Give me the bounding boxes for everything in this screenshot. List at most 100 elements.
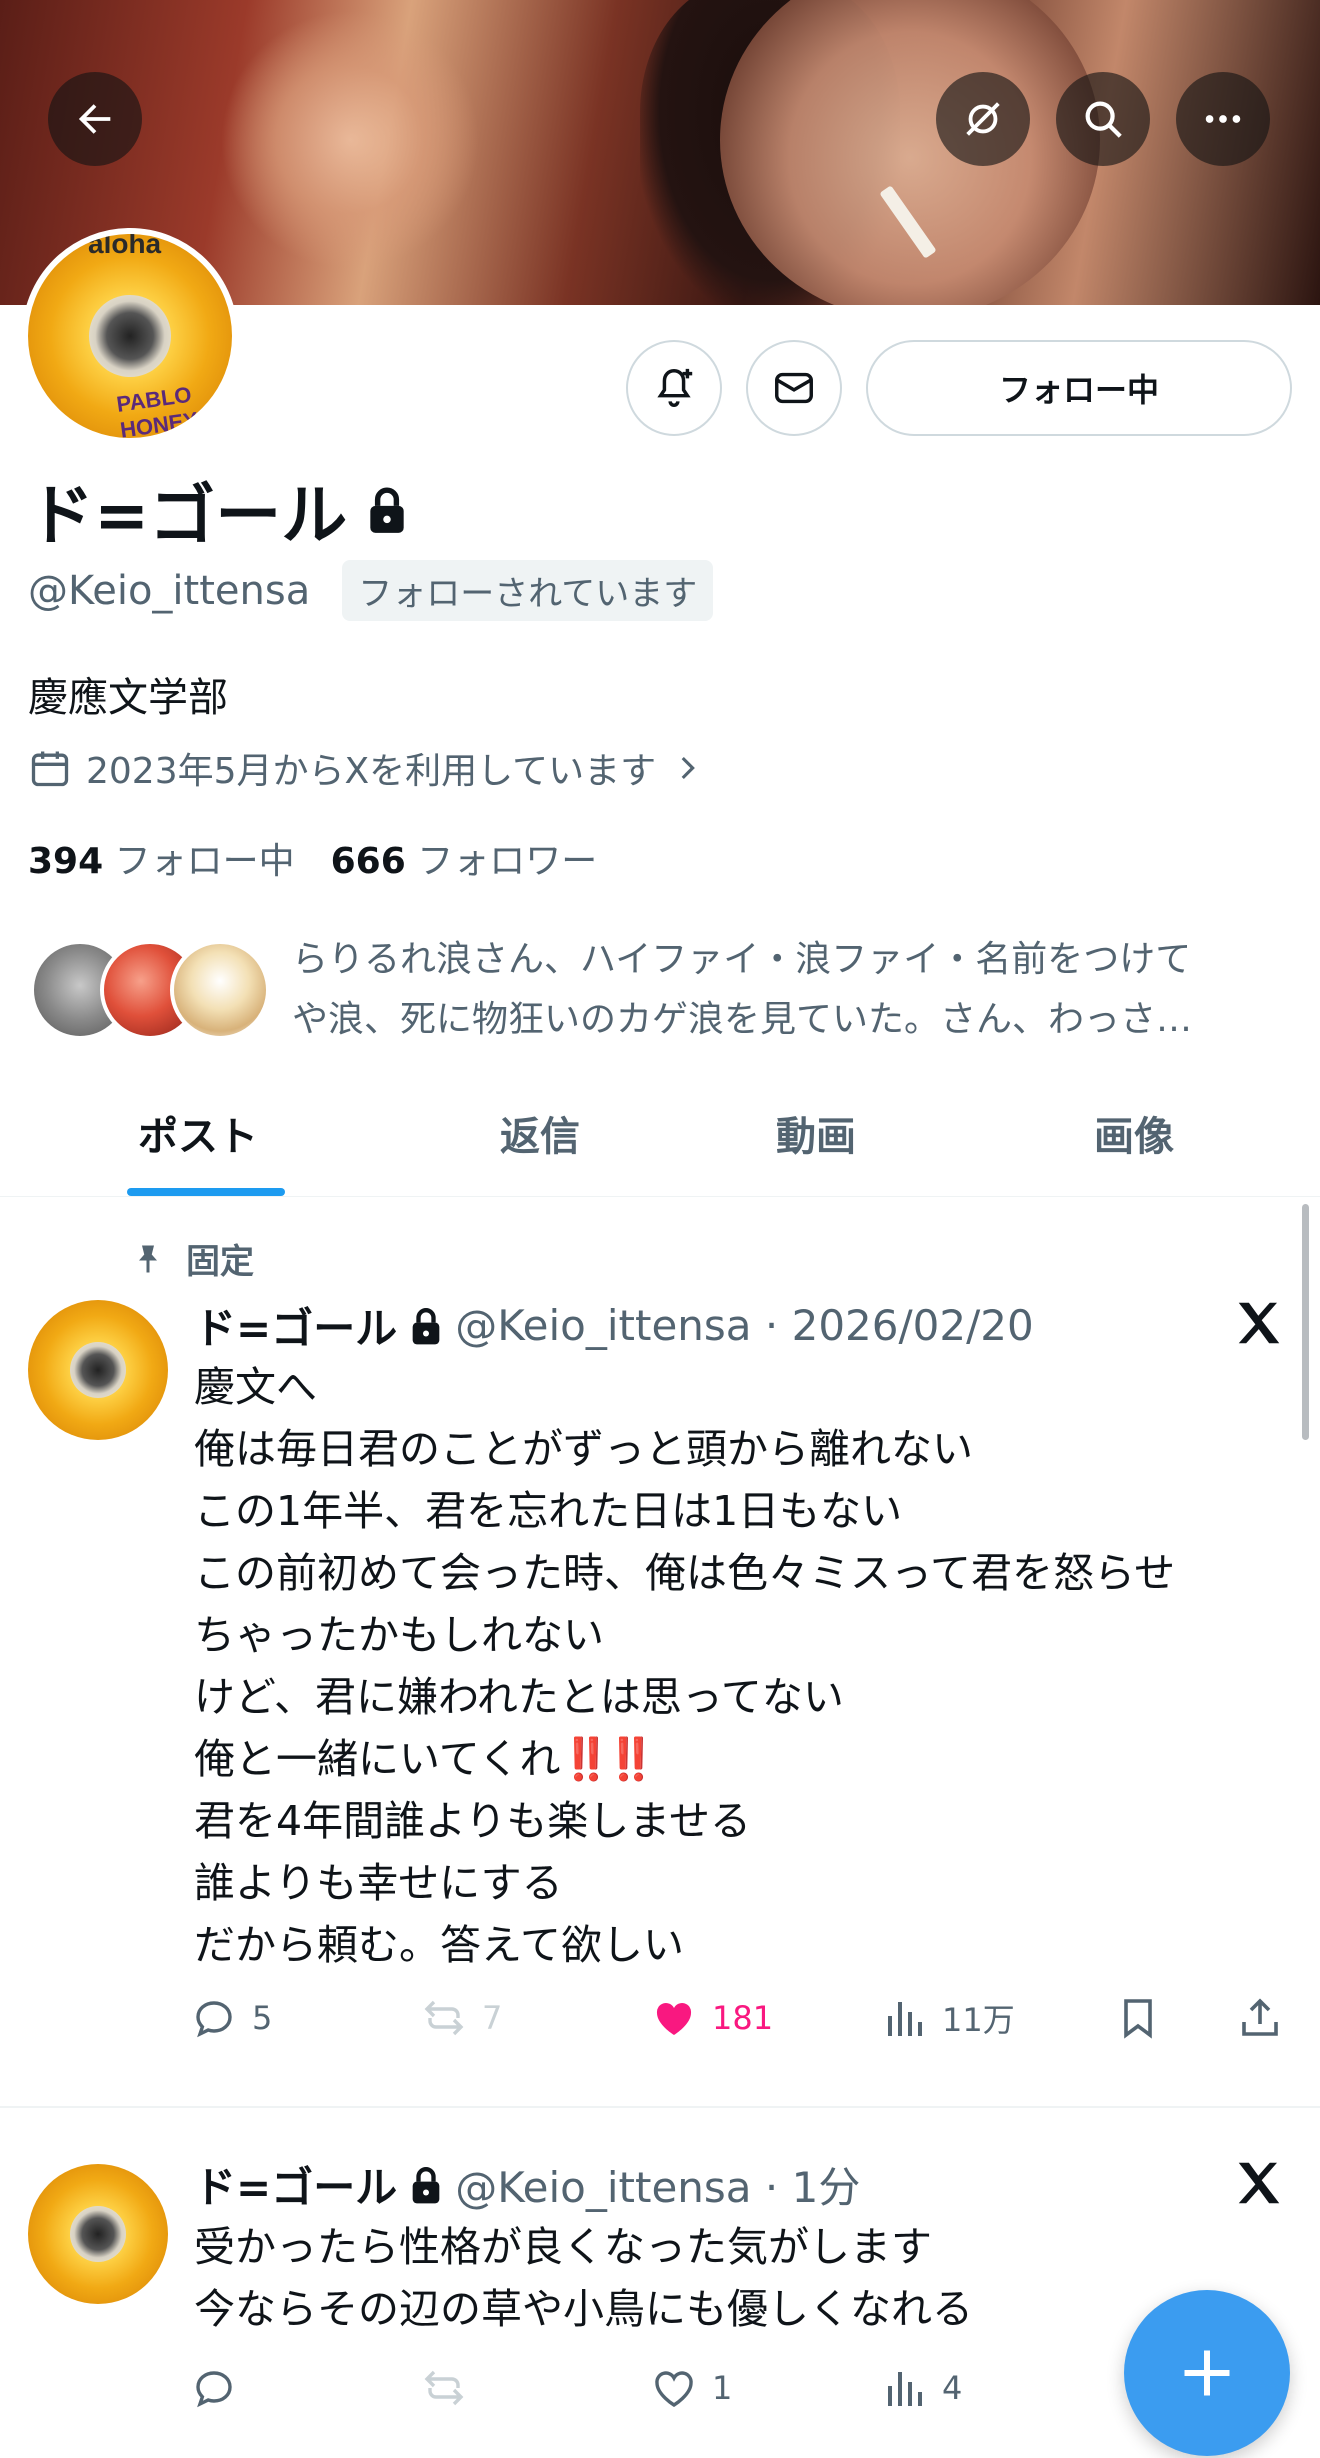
reply-button[interactable] [190, 2364, 252, 2412]
views-button[interactable]: 11万 [880, 1994, 1015, 2042]
profile-bio: 慶應文学部 [28, 675, 228, 721]
joined-text: 2023年5月からXを利用しています [86, 751, 657, 792]
x-logo-icon[interactable] [1232, 1296, 1286, 1350]
bookmark-button[interactable] [1114, 1994, 1162, 2042]
active-tab-indicator [127, 1188, 285, 1196]
reply-button[interactable]: 5 [190, 1994, 272, 2042]
follower-avatar-dog [170, 940, 270, 1040]
message-button[interactable] [746, 340, 842, 436]
followers-label: フォロワー [417, 841, 598, 882]
profile-name-row: ド=ゴール [28, 462, 409, 558]
post-line: この1年半、君を忘れた日は1日もない [194, 1487, 903, 1535]
pin-icon [139, 1245, 157, 1272]
double-exclamation-emoji: ‼️‼️ [560, 1735, 657, 1783]
tab-videos[interactable]: 動画 [776, 1104, 856, 1162]
view-count: 4 [942, 2369, 963, 2407]
plus-icon [1184, 2350, 1230, 2396]
avatar-center [70, 1342, 126, 1398]
tab-images[interactable]: 画像 [1094, 1104, 1174, 1162]
grok-button[interactable] [936, 72, 1030, 166]
views-icon [888, 2002, 922, 2036]
x-logo-icon[interactable] [1232, 2156, 1286, 2210]
follow-stats: 394 フォロー中 666 フォロワー [28, 832, 597, 884]
profile-avatar[interactable]: aloha PABLO HONEY [22, 228, 238, 444]
views-button[interactable]: 4 [880, 2364, 962, 2412]
following-button[interactable]: フォロー中 [866, 340, 1292, 436]
bell-plus-icon [657, 368, 693, 407]
post-line: 俺と一緒にいてくれ‼️‼️ [194, 1728, 1304, 1790]
notifications-button[interactable] [626, 340, 722, 436]
lock-icon [370, 487, 404, 533]
search-icon [1085, 101, 1122, 138]
followed-by-line2: や浪、死に物狂いのカゲ浪を見ていた。さん、わっさ… [292, 999, 1193, 1040]
post-line: ちゃったかもしれない [194, 1611, 604, 1659]
banner-face [720, 0, 1100, 305]
followed-by-avatars [30, 940, 270, 1040]
following-count: 394 [28, 841, 104, 882]
repost-icon [424, 2370, 464, 2406]
repost-button[interactable] [420, 2364, 482, 2412]
like-button[interactable]: 1 [650, 2364, 732, 2412]
bookmark-icon [1124, 1999, 1152, 2039]
like-button[interactable]: 181 [650, 1994, 773, 2042]
post-line-text: 俺と一緒にいてくれ [194, 1735, 561, 1783]
grok-icon [966, 102, 1000, 136]
follows-you-badge: フォローされています [342, 560, 714, 621]
post-line: 誰よりも幸せにする [194, 1859, 563, 1907]
mail-icon [775, 372, 813, 404]
post-author-name[interactable]: ド=ゴール [194, 2154, 397, 2215]
search-button[interactable] [1056, 72, 1150, 166]
heart-icon [655, 2371, 693, 2407]
chevron-right-icon [681, 756, 695, 780]
following-stat[interactable]: 394 フォロー中 [28, 832, 295, 884]
share-button[interactable] [1236, 1994, 1284, 2042]
handle-row: @Keio_ittensa フォローされています [28, 560, 714, 621]
view-count: 11万 [942, 2001, 1015, 2039]
reply-icon [196, 2371, 232, 2408]
lock-icon [412, 1307, 440, 1344]
avatar-top-text: aloha [88, 228, 162, 259]
post-author-name[interactable]: ド=ゴール [194, 1295, 397, 1356]
reply-icon [196, 2001, 232, 2038]
pinned-text: 固定 [186, 1242, 254, 1282]
post-line: 受かったら性格が良くなった気がします [194, 2223, 932, 2271]
lock-icon [412, 2166, 440, 2203]
compose-post-button[interactable] [1124, 2290, 1290, 2456]
post-body: 受かったら性格が良くなった気がします 今ならその辺の草や小鳥にも優しくなれる [194, 2216, 1304, 2340]
post-actions: 5 7 181 11万 [190, 1994, 1300, 2054]
post-line: だから頼む。答えて欲しい [194, 1921, 684, 1969]
repost-button[interactable]: 7 [420, 1994, 502, 2042]
following-label: フォロー中 [114, 841, 295, 882]
post-line: 俺は毎日君のことがずっと頭から離れない [194, 1425, 973, 1473]
avatar-center [70, 2206, 126, 2262]
repost-icon [424, 2000, 464, 2036]
pinned-label: 固定 [130, 1234, 254, 1283]
avatar-text: PABLO HONEY [114, 381, 200, 443]
post-meta: @Keio_ittensa · 2026/02/20 [455, 1301, 1034, 1350]
tab-posts[interactable]: ポスト [138, 1104, 258, 1162]
followers-stat[interactable]: 666 フォロワー [331, 832, 598, 884]
avatar-center [89, 295, 171, 377]
followed-by-text: らりるれ浪さん、ハイファイ・浪ファイ・名前をつけて や浪、死に物狂いのカゲ浪を見… [292, 930, 1292, 1050]
profile-tabs: ポスト 返信 動画 画像 [0, 1080, 1320, 1197]
more-button[interactable] [1176, 72, 1270, 166]
post-header: ド=ゴール @Keio_ittensa · 2026/02/20 [194, 1295, 1034, 1356]
post-avatar[interactable] [28, 1300, 168, 1440]
post-line: 君を4年間誰よりも楽しませる [194, 1797, 752, 1845]
joined-date[interactable]: 2023年5月からXを利用しています [28, 742, 704, 794]
post-avatar[interactable] [28, 2164, 168, 2304]
followed-by[interactable]: らりるれ浪さん、ハイファイ・浪ファイ・名前をつけて や浪、死に物狂いのカゲ浪を見… [30, 930, 1292, 1040]
post-body: 慶文へ 俺は毎日君のことがずっと頭から離れない この1年半、君を忘れた日は1日も… [194, 1356, 1304, 1976]
repost-count: 7 [482, 1999, 503, 2037]
like-count: 1 [712, 2369, 733, 2407]
back-button[interactable] [48, 72, 142, 166]
tab-replies[interactable]: 返信 [500, 1104, 580, 1162]
post-line: 慶文へ [194, 1363, 317, 1411]
followed-by-line1: らりるれ浪さん、ハイファイ・浪ファイ・名前をつけて [292, 939, 1192, 980]
views-icon [888, 2372, 922, 2406]
more-icon [1205, 115, 1241, 123]
followers-count: 666 [330, 841, 406, 882]
profile-name: ド=ゴール [28, 477, 348, 554]
post-meta: @Keio_ittensa · 1分 [455, 2163, 861, 2212]
arrow-left-icon [78, 104, 111, 134]
